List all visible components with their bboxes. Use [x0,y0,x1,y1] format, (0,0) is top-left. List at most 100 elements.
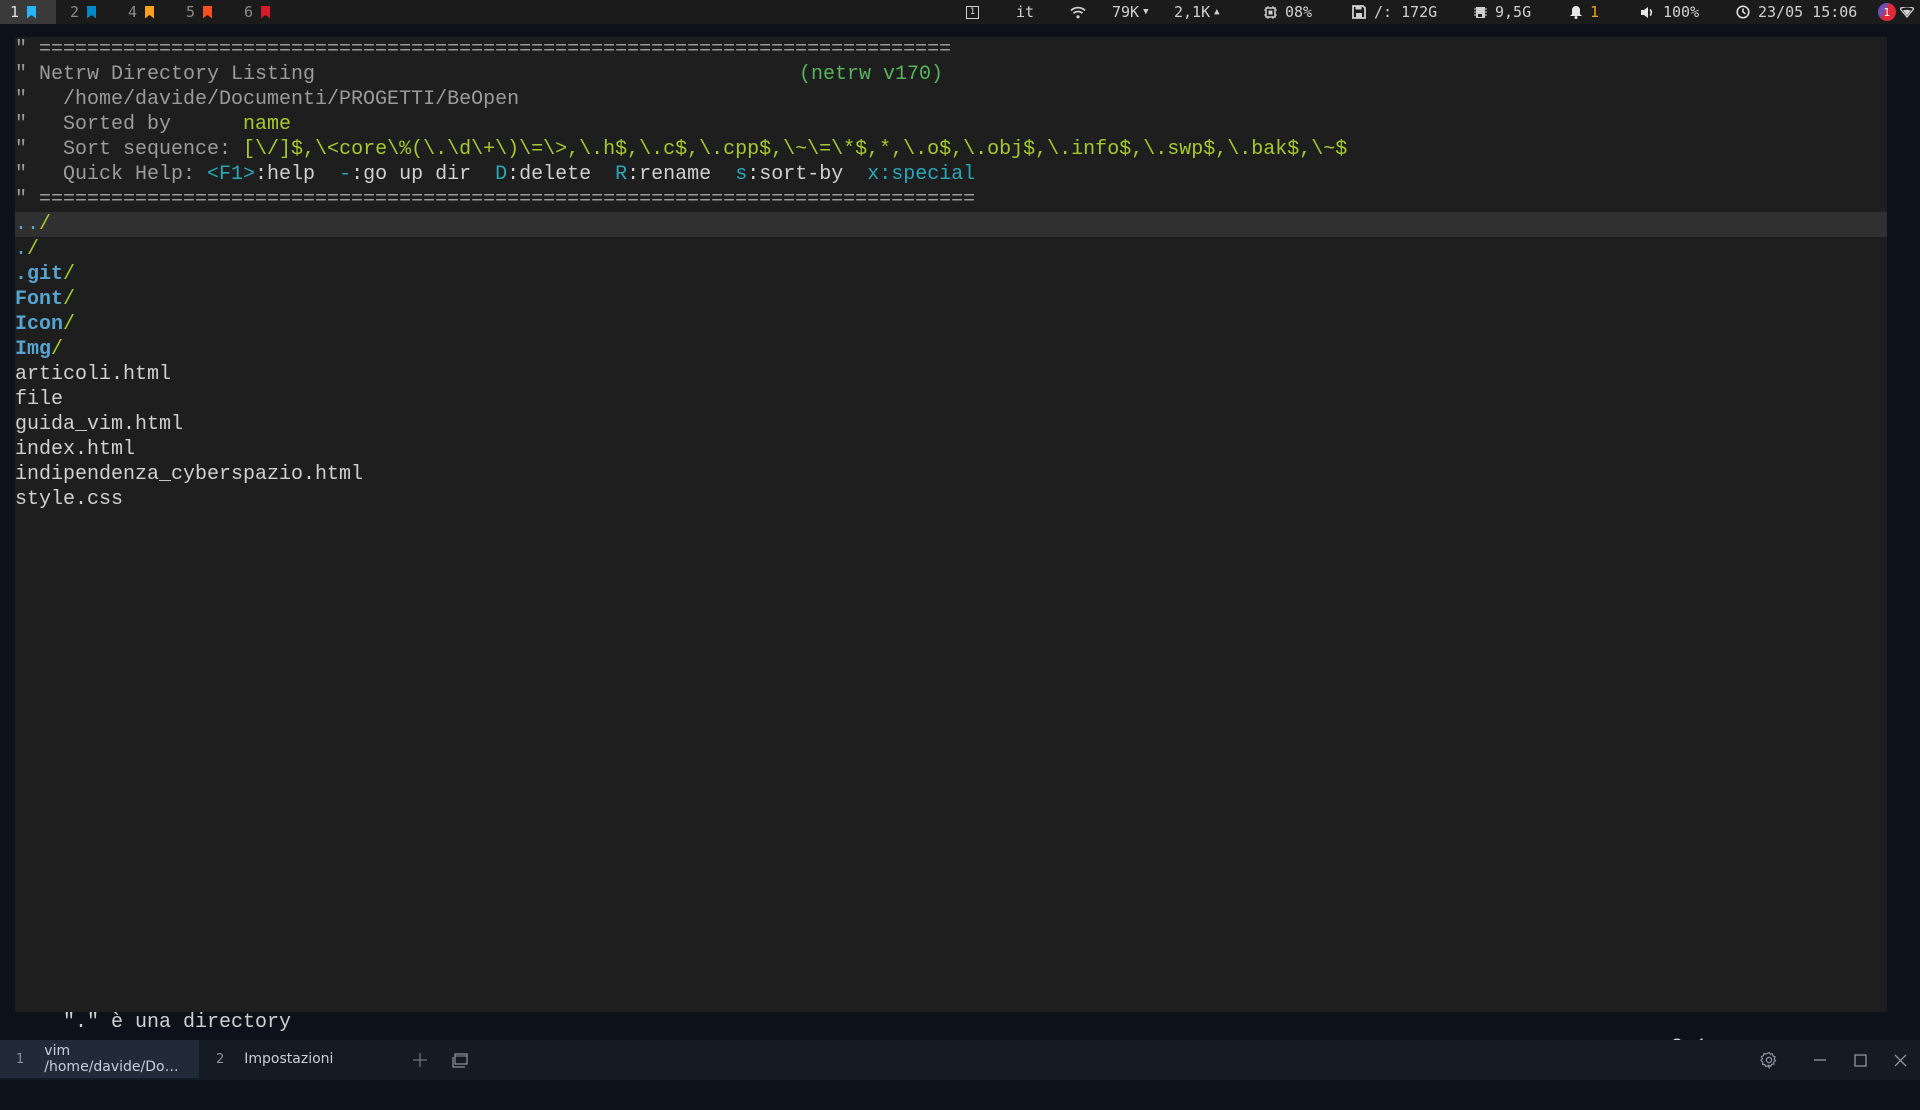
notifications[interactable]: 1 [1570,0,1599,24]
header-separator-bottom: " ======================================… [15,188,976,211]
entry-file[interactable]: guida_vim.html [15,412,1887,437]
minimize-button[interactable] [1809,1049,1831,1071]
wifi-status[interactable] [1070,0,1086,24]
clock[interactable]: 23/05 15:06 [1736,0,1857,24]
notification-count: 1 [1590,3,1600,21]
close-button[interactable] [1889,1049,1911,1071]
netrw-version: (netrw v170) [799,63,944,86]
entry-file[interactable]: index.html [15,437,1887,462]
net-download: 79K ▼ [1112,0,1149,24]
entry-dir[interactable]: .git/ [15,262,1887,287]
sorted-by-line: " Sorted by name [15,112,1887,137]
entry-file[interactable]: indipendenza_cyberspazio.html [15,462,1887,487]
tray-app-badge[interactable]: 1 [1878,3,1896,21]
maximize-button[interactable] [1849,1049,1871,1071]
workspace-tag-2[interactable]: 2 [64,0,102,24]
caret-down-icon: ▼ [1143,7,1149,17]
up-dir-key: - [339,163,352,186]
tab-number: 1 [16,1051,25,1067]
wifi-tray-icon [1900,6,1914,18]
keyboard-layout-label: it [1016,3,1035,21]
caret-up-icon: ▲ [1214,7,1220,17]
entry-dir[interactable]: Font/ [15,287,1887,312]
net-upload: 2,1K ▲ [1174,0,1220,24]
layout-indicator[interactable]: 1 [966,0,979,24]
vim-window[interactable]: " ======================================… [15,37,1887,1084]
settings-button[interactable] [1758,1049,1780,1071]
quick-help-label: " Quick Help: [15,163,208,186]
plus-icon [413,1053,427,1067]
sorted-by-label: " Sorted by [15,113,244,136]
volume[interactable]: 100% [1640,0,1699,24]
special-desc: :special [879,163,976,186]
sort-by-key: s [735,163,748,186]
memory-value: 9,5G [1495,3,1532,21]
tag-number: 2 [70,3,80,21]
memory-icon [1474,6,1487,18]
workspace-tag-1[interactable]: 1 [0,0,56,24]
sort-by-desc: :sort-by [747,163,868,186]
workspace-tag-6[interactable]: 6 [238,0,276,24]
entry-dir[interactable]: Icon/ [15,312,1887,337]
current-path: " /home/davide/Documenti/PROGETTI/BeOpen [15,88,520,111]
net-down-value: 79K [1112,3,1140,21]
cpu-icon [1264,5,1277,19]
tab-label: Impostazioni [244,1051,334,1067]
workspace-tag-5[interactable]: 5 [180,0,218,24]
sorted-by-value: name [243,113,292,136]
new-tab-button[interactable] [409,1049,431,1071]
header-title-line: " Netrw Directory Listing (netrw v170) [15,62,1887,87]
datetime-value: 23/05 15:06 [1758,3,1858,21]
bookmark-icon [145,5,155,19]
entry-file[interactable]: file [15,387,1887,412]
special-key: x [867,163,880,186]
sort-sequence-label: " Sort sequence: [15,138,244,161]
entry-file[interactable]: style.css [15,487,1887,512]
tab-overview-button[interactable] [449,1049,471,1071]
entry-current-dir[interactable]: ./ [15,237,1887,262]
sort-sequence-line: " Sort sequence: [\/]$,\<core\%(\.\d\+\)… [15,137,1887,162]
tab-impostazioni[interactable]: 2 Impostazioni [200,1040,400,1078]
entry-dir[interactable]: Img/ [15,337,1887,362]
entry-name: . [15,238,28,261]
tab-label: vim /home/davide/Do… [44,1043,179,1075]
volume-value: 100% [1663,3,1700,21]
entry-name: .git [15,263,64,286]
bookmark-icon [261,5,271,19]
tag-number: 5 [186,3,196,21]
tag-number: 1 [10,3,20,21]
up-dir-desc: :go up dir [351,163,496,186]
workspace-tag-4[interactable]: 4 [122,0,160,24]
gear-icon [1760,1051,1777,1069]
dir-slash: / [63,288,76,311]
dir-slash: / [51,338,64,361]
speaker-icon [1641,6,1653,18]
cpu-value: 08% [1285,3,1313,21]
entry-name: .. [15,213,40,236]
dir-slash: / [27,238,40,261]
tag-number: 6 [244,3,254,21]
help-key: <F1> [207,163,256,186]
entry-file[interactable]: articoli.html [15,362,1887,387]
clock-icon [1736,5,1750,19]
minimize-icon [1814,1059,1826,1061]
bookmark-icon [27,5,37,19]
tray-badge-count: 1 [1883,5,1891,19]
cpu-usage: 08% [1264,0,1312,24]
rename-desc: :rename [627,163,736,186]
rename-key: R [615,163,628,186]
tab-vim[interactable]: 1 vim /home/davide/Do… [0,1040,199,1078]
dir-slash: / [63,263,76,286]
dir-slash: / [39,213,52,236]
wifi-icon [1070,6,1086,18]
close-icon [1894,1054,1906,1066]
keyboard-layout[interactable]: it [1016,0,1034,24]
windows-icon [452,1052,468,1068]
entry-parent-dir[interactable]: ../ [15,212,1887,237]
terminal-tab-bar: 1 vim /home/davide/Do… 2 Impostazioni [0,1040,1920,1080]
floppy-disk-icon [1352,5,1366,19]
tray-wifi[interactable] [1900,0,1914,24]
top-panel: 1 2 4 5 6 1 it 79K ▼ 2,1K ▲ 08% /: 172G [0,0,1920,24]
disk-value: /: 172G [1374,3,1438,21]
entry-name: Icon [15,313,64,336]
